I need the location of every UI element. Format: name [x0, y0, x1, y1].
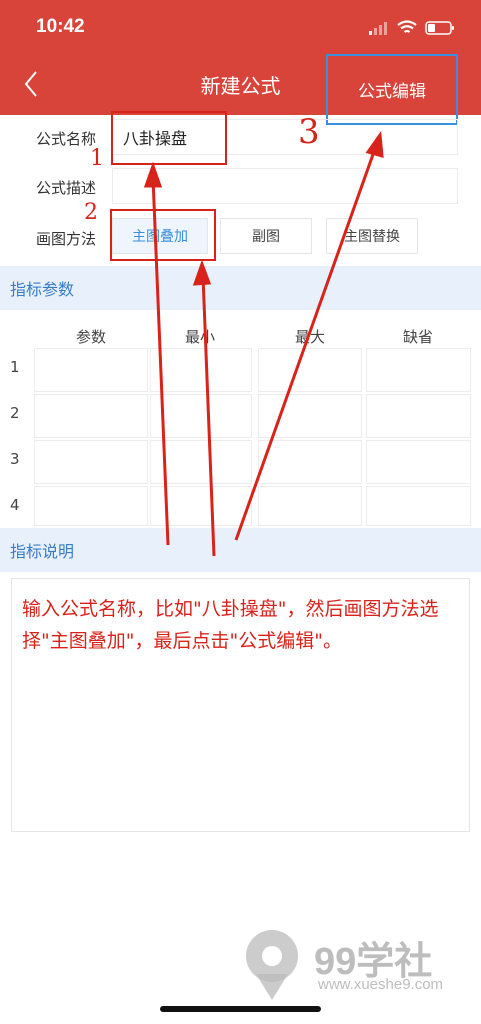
params-section-header: 指标参数 [0, 266, 481, 310]
param-cell-input[interactable] [150, 394, 252, 438]
draw-method-label: 画图方法 [36, 230, 97, 248]
row-num: 3 [10, 450, 20, 468]
row-num: 4 [10, 496, 20, 514]
param-cell-input[interactable] [258, 440, 362, 484]
param-cell-input[interactable] [258, 348, 362, 392]
annotation-step1: 1 [90, 146, 104, 171]
description-textarea[interactable]: 输入公式名称，比如"八卦操盘"，然后画图方法选择"主图叠加"，最后点击"公式编辑… [11, 578, 470, 832]
formula-edit-button[interactable]: 公式编辑 [326, 54, 458, 125]
row-num: 1 [10, 358, 20, 376]
wifi-icon [397, 20, 417, 33]
col-head-param: 参数 [75, 328, 106, 346]
formula-desc-input[interactable] [112, 168, 458, 204]
annotation-box-method [110, 209, 216, 261]
col-head-default: 缺省 [402, 328, 433, 346]
param-cell-input[interactable] [34, 394, 148, 438]
method-main-replace-button[interactable]: 主图替换 [326, 218, 418, 254]
param-cell-input[interactable] [366, 440, 471, 484]
annotation-step3: 3 [298, 112, 320, 152]
battery-icon [425, 20, 454, 35]
param-cell-input[interactable] [366, 394, 471, 438]
param-cell-input[interactable] [150, 348, 252, 392]
param-cell-input[interactable] [366, 486, 471, 526]
status-time: 10:42 [36, 16, 85, 37]
param-cell-input[interactable] [366, 348, 471, 392]
col-head-min: 最小 [184, 328, 215, 346]
status-icons [369, 20, 455, 35]
param-cell-input[interactable] [150, 486, 252, 526]
watermark-url: www.xueshe9.com [318, 976, 444, 993]
app-header: 10:42 新建公式 公式编辑 [0, 0, 481, 125]
desc-section-header: 指标说明 [0, 528, 481, 572]
formula-name-label: 公式名称 [36, 130, 97, 148]
row-num: 2 [10, 404, 20, 422]
description-text: 输入公式名称，比如"八卦操盘"，然后画图方法选择"主图叠加"，最后点击"公式编辑… [22, 598, 439, 652]
home-indicator [160, 1006, 321, 1012]
param-cell-input[interactable] [258, 394, 362, 438]
param-cell-input[interactable] [34, 486, 148, 526]
signal-icon [369, 21, 387, 35]
method-sub-chart-button[interactable]: 副图 [220, 218, 312, 254]
formula-desc-label: 公式描述 [36, 179, 97, 197]
annotation-step2: 2 [84, 200, 98, 225]
param-cell-input[interactable] [150, 440, 252, 484]
param-cell-input[interactable] [34, 348, 148, 392]
param-cell-input[interactable] [258, 486, 362, 526]
annotation-box-name [111, 111, 227, 165]
param-cell-input[interactable] [34, 440, 148, 484]
col-head-max: 最大 [294, 328, 325, 346]
